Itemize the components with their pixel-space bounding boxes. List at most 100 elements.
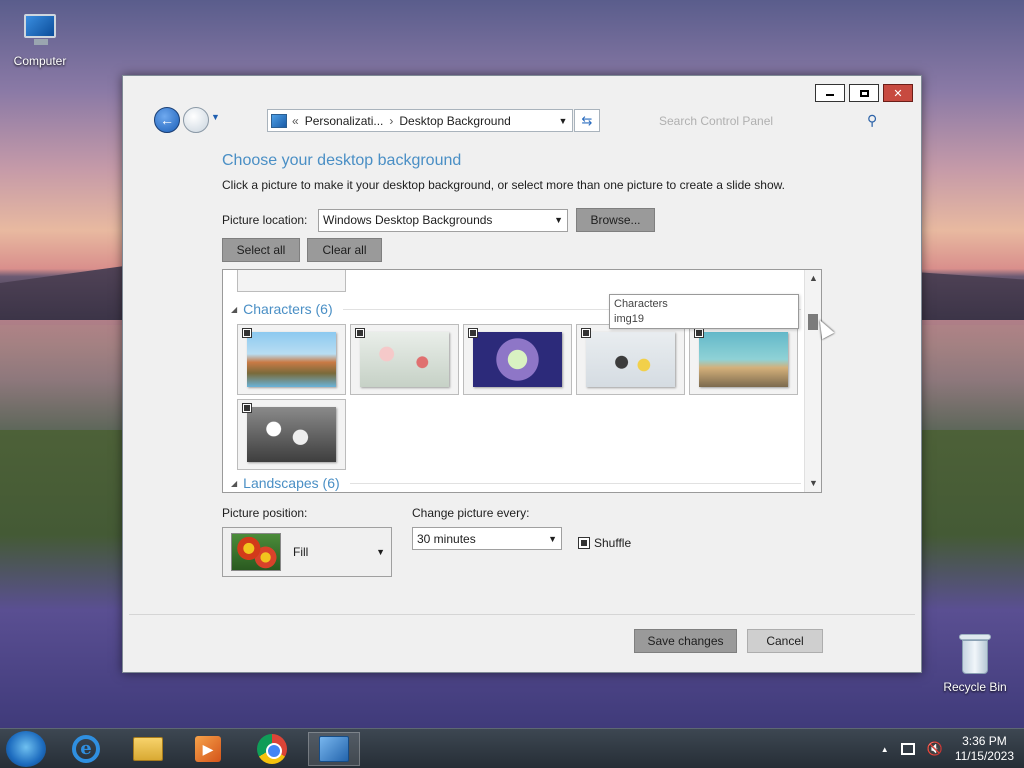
change-picture-select[interactable]: 30 minutes ▼ (412, 527, 562, 550)
media-player-icon: ▶ (195, 736, 221, 762)
previous-group-thumbnail[interactable] (237, 270, 346, 292)
tooltip-title: Characters (614, 298, 668, 310)
computer-icon (20, 10, 60, 50)
scroll-up-icon[interactable]: ▲ (805, 270, 821, 287)
show-hidden-icons-icon[interactable]: ▲ (881, 745, 889, 754)
address-dropdown-icon[interactable]: ▼ (554, 116, 572, 126)
shuffle-check-icon (578, 537, 590, 549)
group-name: Characters (6) (243, 301, 333, 317)
picture-location-value: Windows Desktop Backgrounds (323, 213, 493, 227)
tooltip-file: img19 (614, 313, 644, 325)
search-box: ⚲ (653, 109, 893, 132)
thumbnail-checkbox[interactable] (355, 328, 365, 338)
picture-location-select[interactable]: Windows Desktop Backgrounds ▼ (318, 208, 568, 232)
group-divider (349, 482, 801, 484)
group-header-landscapes[interactable]: ◢ Landscapes (6) (231, 475, 801, 491)
thumbnail-image (473, 332, 562, 387)
thumbnail-image (360, 332, 449, 387)
selection-buttons: Select all Clear all (222, 238, 872, 262)
control-panel-icon (319, 736, 349, 762)
close-button[interactable]: ✕ (883, 84, 913, 102)
shuffle-checkbox[interactable]: Shuffle (578, 536, 631, 550)
footer-buttons: Save changes Cancel (634, 629, 823, 653)
thumbnail-checkbox[interactable] (468, 328, 478, 338)
clock-time: 3:36 PM (962, 734, 1007, 748)
clock[interactable]: 3:36 PM 11/15/2023 (955, 734, 1014, 764)
network-icon[interactable] (900, 743, 915, 755)
gallery-scrollbar[interactable]: ▲ ▼ (804, 270, 821, 492)
desktop-icon-label: Recycle Bin (943, 680, 1007, 694)
picture-thumbnail[interactable] (237, 324, 346, 395)
collapse-icon: ◢ (231, 304, 238, 314)
picture-thumbnail[interactable] (463, 324, 572, 395)
forward-button[interactable] (183, 107, 209, 133)
taskbar-internet-explorer[interactable]: e (60, 732, 112, 766)
clock-date: 11/15/2023 (954, 749, 1014, 763)
breadcrumb-separator-icon: › (389, 113, 394, 128)
picture-thumbnail[interactable] (237, 399, 346, 470)
back-button[interactable]: ← (154, 107, 180, 133)
internet-explorer-icon: e (72, 735, 100, 763)
thumbnail-checkbox[interactable] (242, 403, 252, 413)
scroll-down-icon[interactable]: ▼ (805, 475, 821, 492)
page-description: Click a picture to make it your desktop … (222, 178, 785, 192)
picture-position-select[interactable]: Fill ▼ (222, 527, 392, 577)
desktop-icon-computer[interactable]: Computer (0, 10, 80, 68)
recycle-bin-icon (957, 632, 993, 676)
address-bar[interactable]: « Personalizati... › Desktop Background … (267, 109, 573, 132)
start-button[interactable] (6, 731, 46, 767)
search-icon[interactable]: ⚲ (867, 112, 877, 129)
picture-location-row: Picture location: Windows Desktop Backgr… (222, 208, 872, 232)
taskbar-chrome[interactable] (246, 732, 298, 766)
footer-divider (129, 614, 915, 615)
minimize-icon (826, 94, 834, 96)
taskbar-media-player[interactable]: ▶ (182, 732, 234, 766)
thumbnail-grid (237, 324, 807, 470)
desktop-background-window: ✕ ← ▼ « Personalizati... › Desktop Backg… (122, 75, 922, 673)
refresh-icon: ⇆ (581, 113, 593, 128)
clear-all-button[interactable]: Clear all (307, 238, 382, 262)
desktop-icon-recycle-bin[interactable]: Recycle Bin (935, 632, 1015, 694)
picture-location-label: Picture location: (222, 213, 308, 227)
thumbnail-checkbox[interactable] (581, 328, 591, 338)
maximize-button[interactable] (849, 84, 879, 102)
browse-button[interactable]: Browse... (576, 208, 655, 232)
refresh-button[interactable]: ⇆ (574, 109, 600, 132)
options-area: Picture position: Fill ▼ Change picture … (222, 506, 872, 586)
shuffle-label: Shuffle (594, 536, 632, 550)
history-dropdown-icon[interactable]: ▼ (211, 112, 220, 122)
position-preview-image (231, 533, 281, 571)
breadcrumb-desktop-background[interactable]: Desktop Background (399, 114, 510, 128)
chevron-down-icon: ▼ (548, 533, 557, 544)
minimize-button[interactable] (815, 84, 845, 102)
thumbnail-image (247, 332, 336, 387)
thumbnail-checkbox[interactable] (242, 328, 252, 338)
picture-thumbnail[interactable] (576, 324, 685, 395)
cancel-button[interactable]: Cancel (747, 629, 823, 653)
change-picture-value: 30 minutes (417, 531, 476, 546)
close-icon: ✕ (893, 87, 903, 100)
breadcrumb-overflow[interactable]: « (292, 114, 299, 128)
thumbnail-image (699, 332, 788, 387)
thumbnail-image (247, 407, 336, 462)
desktop-icon-label: Computer (13, 54, 67, 68)
volume-muted-icon[interactable]: 🔇 (927, 741, 943, 757)
taskbar-file-explorer[interactable] (122, 732, 174, 766)
system-tray: ▲ 🔇 3:36 PM 11/15/2023 (881, 729, 1014, 768)
thumbnail-checkbox[interactable] (694, 328, 704, 338)
select-all-button[interactable]: Select all (222, 238, 300, 262)
control-panel-icon (271, 113, 287, 128)
picture-thumbnail[interactable] (350, 324, 459, 395)
page-title: Choose your desktop background (222, 152, 462, 169)
main-content: Choose your desktop background Click a p… (222, 152, 872, 493)
picture-thumbnail[interactable] (689, 324, 798, 395)
maximize-icon (859, 89, 869, 97)
search-input[interactable] (653, 113, 863, 128)
taskbar-control-panel[interactable] (308, 732, 360, 766)
chevron-down-icon: ▼ (554, 215, 563, 225)
picture-gallery: ◢ Characters (6) ◢ Landscapes (6) Charac… (222, 269, 822, 493)
save-changes-button[interactable]: Save changes (634, 629, 737, 653)
collapse-icon: ◢ (231, 478, 238, 488)
change-picture-label: Change picture every: (412, 506, 530, 520)
breadcrumb-personalization[interactable]: Personalizati... (305, 114, 384, 128)
